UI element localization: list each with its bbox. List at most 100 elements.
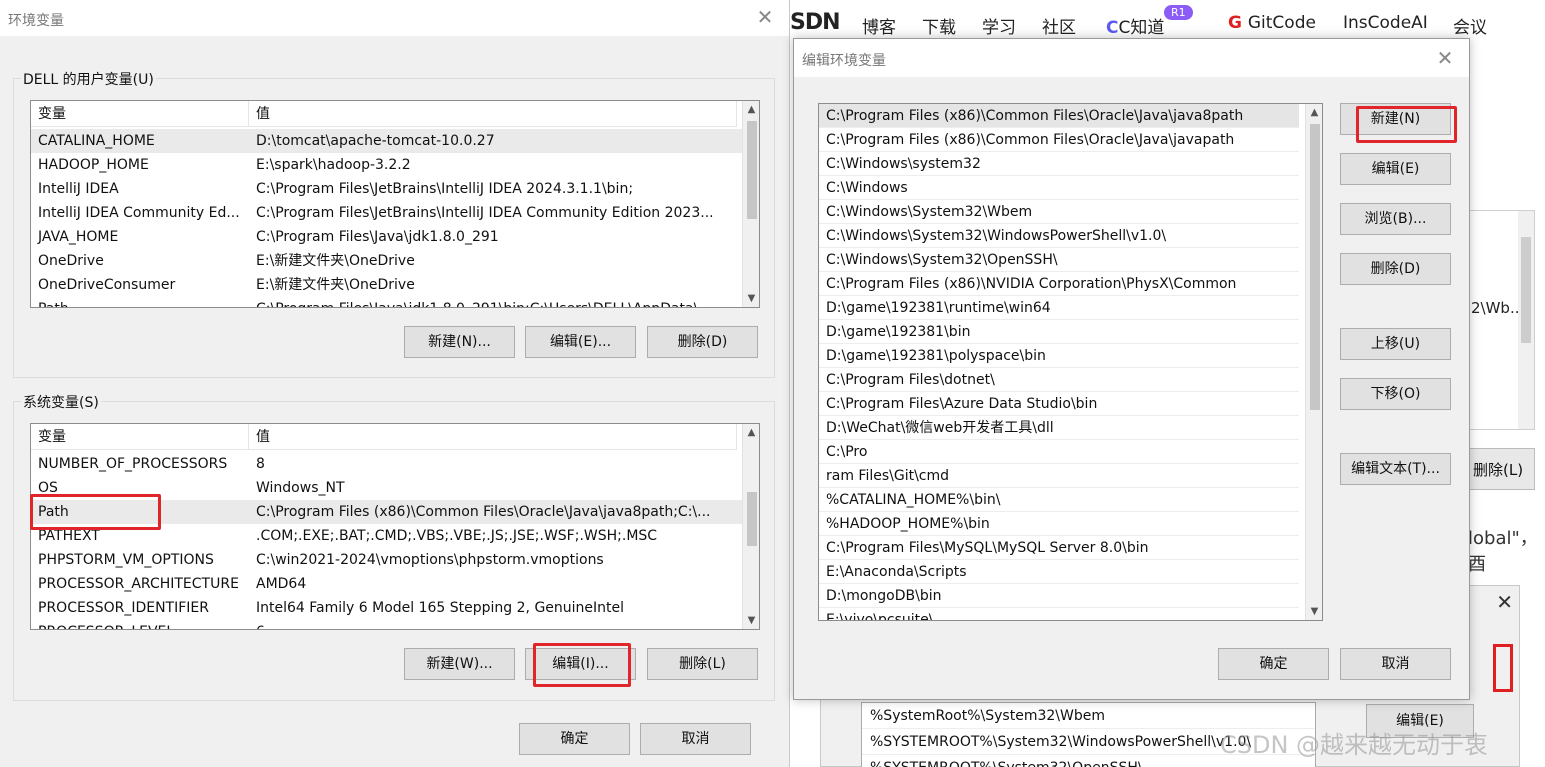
column-header-value[interactable]: 值 [249, 101, 737, 127]
cancel-button[interactable]: 取消 [1340, 648, 1451, 680]
edit-text-button[interactable]: 编辑文本(T)... [1340, 453, 1451, 485]
list-item[interactable]: C:\Windows\System32\WindowsPowerShell\v1… [819, 224, 1299, 248]
list-item[interactable]: C:\Program Files (x86)\NVIDIA Corporatio… [819, 272, 1299, 296]
dialog-title: 环境变量 [8, 13, 64, 29]
list-item[interactable]: C:\Pro [819, 440, 1299, 464]
nav-cknow[interactable]: CC知道 [1106, 13, 1164, 38]
table-row[interactable]: JAVA_HOME C:\Program Files\Java\jdk1.8.0_… [31, 225, 759, 249]
table-row[interactable]: NUMBER_OF_PROCESSORS 8 [31, 452, 759, 476]
fragment-text: 2\Wb... [1471, 299, 1525, 317]
table-row[interactable]: PROCESSOR_LEVEL6 [31, 620, 759, 629]
table-row[interactable]: PROCESSOR_IDENTIFIER Intel64 Family 6 Mod… [31, 596, 759, 620]
nav-meeting[interactable]: 会议 [1453, 13, 1487, 38]
cancel-button[interactable]: 取消 [640, 723, 751, 755]
table-row-path-selected[interactable]: Path C:\Program Files (x86)\Common Files\… [31, 500, 759, 524]
list-item[interactable]: C:\Windows [819, 176, 1299, 200]
nav-inscodeai[interactable]: InsCodeAI [1343, 13, 1428, 33]
scroll-up-icon[interactable]: ▲ [743, 424, 759, 441]
list-item[interactable]: E:\Anaconda\Scripts [819, 560, 1299, 584]
list-item[interactable]: C:\Program Files (x86)\Common Files\Orac… [819, 104, 1299, 128]
table-row[interactable]: PHPSTORM_VM_OPTIONS C:\win2021-2024\vmopt… [31, 548, 759, 572]
scroll-thumb[interactable] [747, 121, 757, 219]
dialog-title: 编辑环境变量 [802, 53, 886, 69]
csdn-logo[interactable]: SDN [790, 10, 841, 35]
column-header-variable[interactable]: 变量 [31, 101, 249, 127]
list-item[interactable]: C:\Windows\System32\Wbem [819, 200, 1299, 224]
list-item[interactable]: ram Files\Git\cmd [819, 464, 1299, 488]
list-item[interactable]: C:\Windows\System32\OpenSSH\ [819, 248, 1299, 272]
path-list[interactable]: C:\Program Files (x86)\Common Files\Orac… [818, 103, 1323, 621]
nav-gitcode[interactable]: G GitCode [1228, 13, 1316, 33]
list-item[interactable]: C:\Program Files\MySQL\MySQL Server 8.0\… [819, 536, 1299, 560]
table-row[interactable]: CATALINA_HOME D:\tomcat\apache-tomcat-10.… [31, 129, 759, 153]
scroll-thumb[interactable] [747, 492, 757, 546]
list-item[interactable]: C:\Windows\system32 [819, 152, 1299, 176]
table-row[interactable]: OneDriveConsumer E:\新建文件夹\OneDrive [31, 273, 759, 297]
browse-button[interactable]: 浏览(B)... [1340, 203, 1451, 235]
background-delete-button: 删除(L) [1468, 448, 1535, 490]
list-item[interactable]: C:\Program Files (x86)\Common Files\Orac… [819, 128, 1299, 152]
list-header: 变量 值 [31, 424, 759, 450]
scroll-up-icon[interactable]: ▲ [1306, 104, 1322, 121]
table-row[interactable]: HADOOP_HOME E:\spark\hadoop-3.2.2 [31, 153, 759, 177]
ok-button[interactable]: 确定 [1218, 648, 1329, 680]
close-icon[interactable]: ✕ [1435, 48, 1455, 68]
vertical-scrollbar[interactable]: ▲ ▼ [742, 424, 759, 629]
table-row[interactable]: OS Windows_NT [31, 476, 759, 500]
titlebar[interactable]: 编辑环境变量 ✕ [794, 39, 1469, 77]
table-row[interactable]: PROCESSOR_ARCHITECTURE AMD64 [31, 572, 759, 596]
list-body: CATALINA_HOME D:\tomcat\apache-tomcat-10.… [31, 129, 759, 307]
system-edit-button[interactable]: 编辑(I)... [525, 648, 636, 680]
system-new-button[interactable]: 新建(W)... [404, 648, 515, 680]
user-variables-list[interactable]: 变量 值 CATALINA_HOME D:\tomcat\apache-tomca… [30, 100, 760, 308]
user-delete-button[interactable]: 删除(D) [647, 326, 758, 358]
list-item[interactable]: C:\Program Files\Azure Data Studio\bin [819, 392, 1299, 416]
list-item[interactable]: D:\game\192381\runtime\win64 [819, 296, 1299, 320]
scroll-down-icon[interactable]: ▼ [743, 290, 759, 307]
list-item[interactable]: %HADOOP_HOME%\bin [819, 512, 1299, 536]
edit-environment-variable-dialog: 编辑环境变量 ✕ C:\Program Files (x86)\Common F… [793, 38, 1470, 700]
list-item[interactable]: D:\game\192381\bin [819, 320, 1299, 344]
user-edit-button[interactable]: 编辑(E)... [525, 326, 636, 358]
list-item[interactable]: D:\WeChat\微信web开发者工具\dll [819, 416, 1299, 440]
close-icon[interactable]: ✕ [755, 7, 775, 27]
table-row[interactable]: PATHEXT .COM;.EXE;.BAT;.CMD;.VBS;.VBE;.JS… [31, 524, 759, 548]
system-delete-button[interactable]: 删除(L) [647, 648, 758, 680]
nav-community[interactable]: 社区 [1042, 13, 1076, 38]
scroll-thumb[interactable] [1310, 124, 1320, 410]
table-row[interactable]: OneDrive E:\新建文件夹\OneDrive [31, 249, 759, 273]
environment-variables-dialog: 环境变量 ✕ DELL 的用户变量(U) 变量 值 CATALINA_HOME D… [0, 0, 790, 767]
new-path-button[interactable]: 新建(N) [1340, 103, 1451, 135]
scroll-down-icon[interactable]: ▼ [1306, 603, 1322, 620]
background-list-fragment: 2\Wb... [1468, 210, 1535, 430]
table-row[interactable]: IntelliJ IDEA C:\Program Files\JetBrains\… [31, 177, 759, 201]
list-item[interactable]: %CATALINA_HOME%\bin\ [819, 488, 1299, 512]
column-header-value[interactable]: 值 [249, 424, 737, 450]
ok-button[interactable]: 确定 [519, 723, 630, 755]
column-header-variable[interactable]: 变量 [31, 424, 249, 450]
user-new-button[interactable]: 新建(N)... [404, 326, 515, 358]
list-header: 变量 值 [31, 101, 759, 127]
move-up-button[interactable]: 上移(U) [1340, 328, 1451, 360]
nav-blog[interactable]: 博客 [862, 13, 896, 38]
system-variables-label: 系统变量(S) [21, 392, 101, 412]
list-body: NUMBER_OF_PROCESSORS 8 OS Windows_NT Path C… [31, 452, 759, 629]
list-item[interactable]: D:\mongoDB\bin [819, 584, 1299, 608]
system-variables-list[interactable]: 变量 值 NUMBER_OF_PROCESSORS 8 OS Windows_NT … [30, 423, 760, 630]
list-item[interactable]: D:\game\192381\polyspace\bin [819, 344, 1299, 368]
list-item[interactable]: E:\vivo\pcsuite\ [819, 608, 1299, 620]
scroll-up-icon[interactable]: ▲ [743, 101, 759, 118]
cknow-icon: C [1106, 18, 1119, 38]
nav-learn[interactable]: 学习 [982, 13, 1016, 38]
move-down-button[interactable]: 下移(O) [1340, 378, 1451, 410]
table-row[interactable]: PathC:\Program Files\Java\jdk1.8.0_291\b… [31, 297, 759, 307]
list-item[interactable]: C:\Program Files\dotnet\ [819, 368, 1299, 392]
nav-download[interactable]: 下载 [922, 13, 956, 38]
vertical-scrollbar[interactable]: ▲ ▼ [1305, 104, 1322, 620]
table-row[interactable]: IntelliJ IDEA Community Ed... C:\Program … [31, 201, 759, 225]
titlebar[interactable]: 环境变量 ✕ [0, 0, 789, 36]
edit-path-button[interactable]: 编辑(E) [1340, 153, 1451, 185]
scroll-down-icon[interactable]: ▼ [743, 612, 759, 629]
delete-path-button[interactable]: 删除(D) [1340, 253, 1451, 285]
vertical-scrollbar[interactable]: ▲ ▼ [742, 101, 759, 307]
